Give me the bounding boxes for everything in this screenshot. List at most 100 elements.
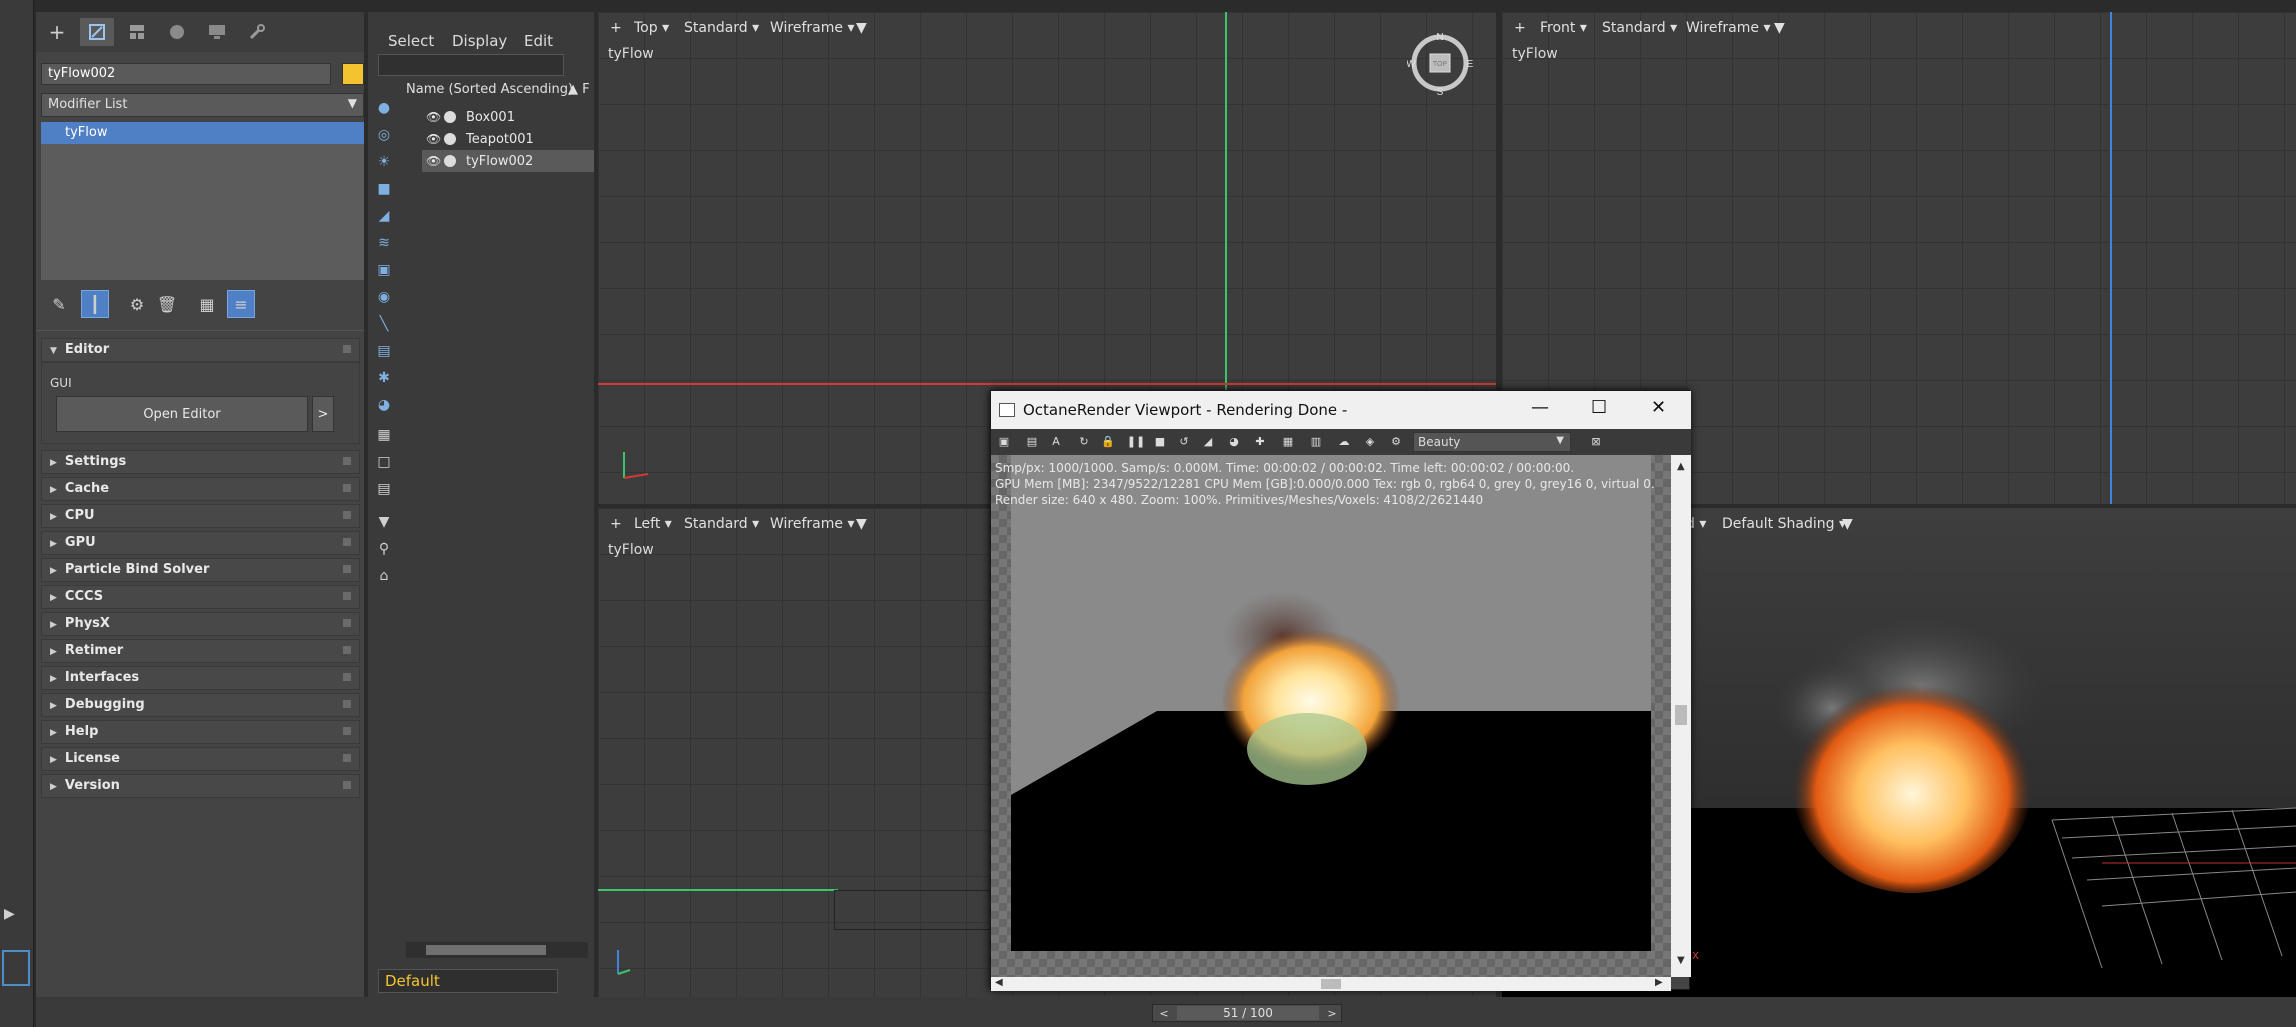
frozen-filter-icon[interactable]: ✱	[374, 368, 394, 388]
viewport-plus-menu[interactable]: +	[1514, 20, 1526, 36]
object-dot-icon[interactable]	[444, 155, 456, 167]
viewport-display-menu[interactable]: Wireframe ▾	[770, 516, 854, 532]
display-tab-icon[interactable]	[200, 18, 234, 46]
scene-horizontal-scrollbar[interactable]	[406, 942, 588, 958]
pin-stack-icon[interactable]: ✎	[45, 290, 73, 318]
object-dot-icon[interactable]	[444, 133, 456, 145]
sort-indicator[interactable]: ▲ F	[568, 82, 590, 97]
viewport-point-of-view-menu[interactable]: Top ▾	[634, 20, 669, 36]
make-unique-icon[interactable]: ⚙	[123, 290, 151, 318]
frame-counter[interactable]: 51 / 100	[1177, 1006, 1319, 1020]
viewport-plus-menu[interactable]: +	[610, 516, 622, 532]
material-picker-icon[interactable]: ✚	[1253, 434, 1267, 448]
panel-divider[interactable]	[36, 330, 364, 336]
list-view-icon[interactable]: ≡	[227, 290, 255, 318]
octane-canvas[interactable]: Smp/px: 1000/1000. Samp/s: 0.000M. Time:…	[991, 455, 1671, 977]
modifier-stack-item[interactable]: tyFlow	[41, 122, 364, 144]
eye-icon[interactable]: 👁	[426, 110, 441, 124]
viewport-filter-icon[interactable]: ▼	[856, 20, 867, 36]
scene-row[interactable]: 👁 Teapot001	[422, 128, 594, 150]
scroll-down-icon[interactable]: ▼	[1677, 955, 1685, 966]
rollout-settings[interactable]: ▶ Settings	[41, 450, 360, 474]
restart-render-icon[interactable]: ↻	[1077, 434, 1091, 448]
eye-icon[interactable]: 👁	[426, 132, 441, 146]
invert-display-icon[interactable]: ▤	[374, 479, 394, 499]
sky-icon[interactable]: ☁	[1337, 434, 1351, 448]
viewport-point-of-view-menu[interactable]: Left ▾	[634, 516, 672, 532]
maximize-icon[interactable]: ☐	[1591, 397, 1607, 418]
viewport-layout-icon[interactable]	[2, 950, 30, 986]
rollout-version[interactable]: ▶ Version	[41, 774, 360, 798]
octane-horizontal-scrollbar[interactable]: ◀ ▶	[991, 977, 1671, 991]
render-pass-dropdown[interactable]: Beauty ▼	[1413, 432, 1571, 452]
next-frame-button[interactable]: >	[1323, 1005, 1341, 1021]
viewport-filter-icon[interactable]: ▼	[856, 516, 867, 532]
rollout-physx[interactable]: ▶ PhysX	[41, 612, 360, 636]
rollout-debugging[interactable]: ▶ Debugging	[41, 693, 360, 717]
octane-title-bar[interactable]: OctaneRender Viewport - Rendering Done -…	[991, 391, 1691, 429]
expand-icon[interactable]: ⊠	[1589, 434, 1603, 448]
menu-select[interactable]: Select	[388, 32, 434, 50]
layer-explorer-icon[interactable]: ⌂	[374, 566, 394, 586]
minimize-icon[interactable]: —	[1531, 397, 1549, 418]
eye-icon[interactable]: 👁	[426, 154, 441, 168]
viewport-filter-icon[interactable]: ▼	[1774, 20, 1785, 36]
object-name-field[interactable]: tyFlow002	[41, 63, 331, 85]
display-all-icon[interactable]: ▦	[374, 425, 394, 445]
rollout-cccs[interactable]: ▶ CCCS	[41, 585, 360, 609]
rollout-particle-bind-solver[interactable]: ▶ Particle Bind Solver	[41, 558, 360, 582]
object-color-swatch[interactable]	[342, 63, 364, 85]
open-editor-button[interactable]: Open Editor	[56, 396, 308, 432]
save-render-icon[interactable]: ▣	[997, 434, 1011, 448]
stats-icon[interactable]: ◈	[1363, 434, 1377, 448]
scene-search-input[interactable]	[378, 54, 564, 76]
viewport-display-menu[interactable]: Wireframe ▾	[770, 20, 854, 36]
viewport-display-menu[interactable]: Wireframe ▾	[1686, 20, 1770, 36]
viewport-shading-menu[interactable]: Standard ▾	[684, 516, 759, 532]
close-icon[interactable]: ✕	[1651, 397, 1666, 418]
color-picker-icon[interactable]: ◕	[1227, 434, 1241, 448]
copy-render-icon[interactable]: ▤	[1025, 434, 1039, 448]
show-end-result-icon[interactable]: ┃	[81, 290, 109, 318]
lock-icon[interactable]: 🔒	[1101, 434, 1115, 448]
ab-compare-icon[interactable]: A	[1049, 434, 1063, 448]
octane-vertical-scrollbar[interactable]: ▲ ▼	[1671, 455, 1691, 977]
configure-modifier-sets-icon[interactable]: ▦	[193, 290, 221, 318]
create-tab-icon[interactable]: +	[40, 18, 74, 46]
layer-dropdown[interactable]: Default	[378, 969, 558, 993]
filter-settings-icon[interactable]: ⚲	[374, 539, 394, 559]
prev-frame-button[interactable]: <	[1155, 1005, 1173, 1021]
rollout-cpu[interactable]: ▶ CPU	[41, 504, 360, 528]
hidden-filter-icon[interactable]: ◕	[374, 395, 394, 415]
xrefs-filter-icon[interactable]: ◉	[374, 287, 394, 307]
scrollbar-thumb[interactable]	[1321, 979, 1341, 989]
motion-tab-icon[interactable]	[160, 18, 194, 46]
settings-gear-icon[interactable]: ⚙	[1389, 434, 1403, 448]
viewport-shading-menu[interactable]: Standard ▾	[684, 20, 759, 36]
viewport-shading-menu[interactable]: Standard ▾	[1602, 20, 1677, 36]
framebuffer-icon[interactable]: ▥	[1309, 434, 1323, 448]
viewport-plus-menu[interactable]: +	[610, 20, 622, 36]
geometry-filter-icon[interactable]: ●	[374, 98, 394, 118]
containers-filter-icon[interactable]: ▤	[374, 341, 394, 361]
menu-display[interactable]: Display	[452, 32, 507, 50]
lights-filter-icon[interactable]: ☀	[374, 152, 394, 172]
modifier-list-dropdown[interactable]: Modifier List ▼	[41, 93, 364, 117]
helpers-filter-icon[interactable]: ◢	[374, 206, 394, 226]
stop-icon[interactable]: ■	[1153, 434, 1167, 448]
rollout-retimer[interactable]: ▶ Retimer	[41, 639, 360, 663]
scene-row[interactable]: 👁 Box001	[422, 106, 594, 128]
modify-tab-icon[interactable]	[80, 18, 114, 46]
viewcube-compass[interactable]: N S E W TOP	[1406, 30, 1473, 98]
scroll-left-icon[interactable]: ◀	[995, 977, 1003, 988]
bones-filter-icon[interactable]: ╲	[374, 314, 394, 334]
scrollbar-thumb[interactable]	[426, 945, 546, 955]
pause-icon[interactable]: ❚❚	[1127, 434, 1145, 448]
expand-arrow-icon[interactable]: ▶	[4, 906, 15, 922]
remove-modifier-icon[interactable]: 🗑	[153, 290, 181, 318]
scene-column-header[interactable]: Name (Sorted Ascending) ▲ F	[406, 82, 594, 102]
film-region-icon[interactable]: ▦	[1281, 434, 1295, 448]
rollout-interfaces[interactable]: ▶ Interfaces	[41, 666, 360, 690]
spacewarps-filter-icon[interactable]: ≋	[374, 233, 394, 253]
open-editor-arrow-button[interactable]: >	[312, 396, 334, 432]
